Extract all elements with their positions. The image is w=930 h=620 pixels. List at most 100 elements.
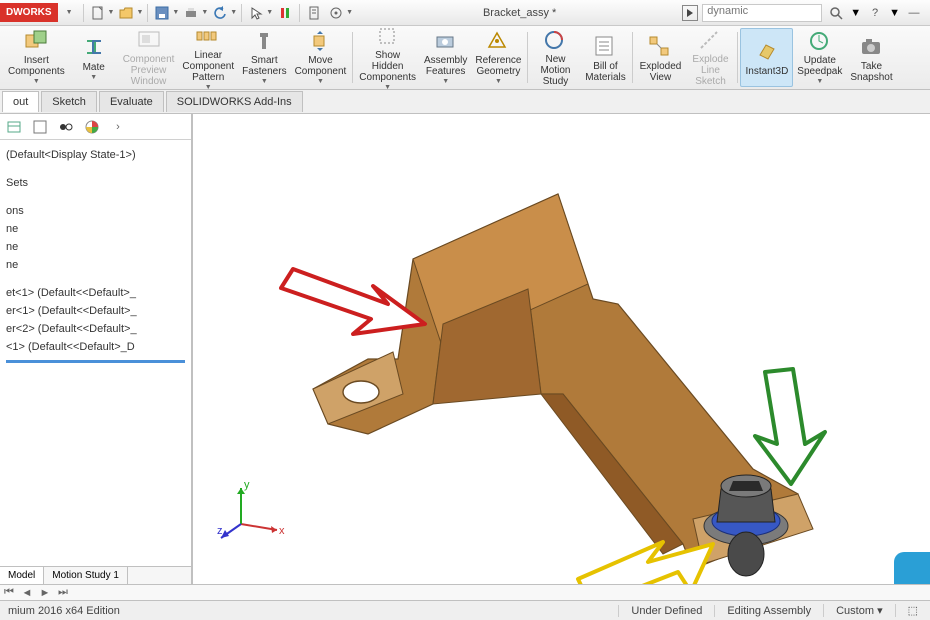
tree-item[interactable]: ne <box>6 220 189 238</box>
tree-part[interactable]: <1> (Default<<Default>_D <box>6 338 189 356</box>
prev-icon[interactable]: ◄ <box>18 587 36 599</box>
button-label: AssemblyFeatures <box>424 55 467 77</box>
y-axis-label: y <box>244 479 250 491</box>
insert-components-button[interactable]: InsertComponents▼ <box>4 28 69 87</box>
chevron-down-icon[interactable]: ▼ <box>108 9 115 16</box>
tree-item[interactable]: ne <box>6 238 189 256</box>
command-tab-sketch[interactable]: Sketch <box>41 91 97 112</box>
tree-item[interactable]: Sets <box>6 174 189 192</box>
title-bar: DWORKS ▼ ▼ ▼ ▼ ▼ ▼ ▼ ▼ Bracket_assy * dy… <box>0 0 930 26</box>
tree-part[interactable]: er<1> (Default<<Default>_ <box>6 302 189 320</box>
help-icon[interactable]: ? <box>865 3 885 23</box>
button-label: ComponentPreviewWindow <box>123 54 175 87</box>
tree-root[interactable]: (Default<Display State-1>) <box>6 146 189 164</box>
search-icon[interactable] <box>826 3 846 23</box>
tree-item[interactable]: ne <box>6 256 189 274</box>
chevron-down-icon[interactable]: ▼ <box>317 78 324 86</box>
tab-model[interactable]: Model <box>0 567 44 584</box>
button-label: Mate <box>83 62 105 73</box>
chevron-down-icon[interactable]: ▼ <box>172 9 179 16</box>
bottom-nav-row: ⏮ ◄ ► ⏭ <box>0 584 930 600</box>
button-label: Bill ofMaterials <box>585 61 626 83</box>
app-logo: DWORKS <box>0 3 58 22</box>
feature-tree[interactable]: (Default<Display State-1>) Sets ons ne n… <box>0 140 191 566</box>
chevron-down-icon[interactable]: ▼ <box>66 9 73 16</box>
configuration-icon[interactable] <box>56 117 76 137</box>
rebuild-icon[interactable] <box>275 3 295 23</box>
exploded-view-button[interactable]: ExplodedView <box>635 28 685 87</box>
reference-geometry-button[interactable]: ReferenceGeometry▼ <box>471 28 525 87</box>
save-icon[interactable] <box>152 3 172 23</box>
update-speedpak-button[interactable]: UpdateSpeedpak▼ <box>793 28 846 87</box>
play-icon[interactable] <box>682 5 698 21</box>
open-icon[interactable] <box>116 3 136 23</box>
editing-label: Editing Assembly <box>714 605 823 617</box>
search-area: dynamic ▼ ? ▼ — <box>682 3 930 23</box>
chevron-down-icon[interactable]: ▼ <box>261 78 268 86</box>
status-icon[interactable]: ⬚ <box>895 604 930 617</box>
tree-part[interactable]: et<1> (Default<<Default>_ <box>6 284 189 302</box>
move-component-icon <box>306 29 334 53</box>
button-label: Instant3D <box>745 66 788 77</box>
button-label: ReferenceGeometry <box>475 55 521 77</box>
bom-button[interactable]: Bill ofMaterials <box>580 28 630 87</box>
show-hidden-button[interactable]: ShowHiddenComponents▼ <box>355 28 420 87</box>
smart-fasteners-icon <box>250 29 278 53</box>
chevron-down-icon[interactable]: ▼ <box>33 78 40 86</box>
chevron-down-icon[interactable]: ▼ <box>90 74 97 82</box>
mate-button[interactable]: Mate▼ <box>69 28 119 87</box>
chevron-down-icon[interactable]: ▼ <box>266 9 273 16</box>
chevron-down-icon[interactable]: ▼ <box>889 7 900 19</box>
next-icon[interactable]: ► <box>36 587 54 599</box>
search-input[interactable]: dynamic <box>702 4 822 22</box>
button-label: SmartFasteners <box>242 55 286 77</box>
command-tab-out[interactable]: out <box>2 91 39 112</box>
chevron-down-icon[interactable]: ▼ <box>136 9 143 16</box>
new-motion-button[interactable]: NewMotionStudy <box>530 28 580 87</box>
new-motion-icon <box>541 28 569 52</box>
take-snapshot-icon <box>857 33 885 59</box>
command-tab-evaluate[interactable]: Evaluate <box>99 91 164 112</box>
appearances-icon[interactable] <box>82 117 102 137</box>
graphics-viewport[interactable]: x y z <box>192 114 930 584</box>
first-icon[interactable]: ⏮ <box>0 586 18 599</box>
status-bar: mium 2016 x64 Edition Under Defined Edit… <box>0 600 930 620</box>
orientation-triad[interactable]: x y z <box>217 476 287 546</box>
last-icon[interactable]: ⏭ <box>54 586 72 599</box>
filter-icon[interactable] <box>304 3 324 23</box>
instant3d-button[interactable]: Instant3D <box>740 28 793 87</box>
explode-line-button: ExplodeLineSketch <box>685 28 735 87</box>
panel-tab-icons: › <box>0 114 191 140</box>
more-tabs-icon[interactable]: › <box>108 117 128 137</box>
button-label: TakeSnapshot <box>850 61 892 83</box>
chevron-down-icon[interactable]: ▼ <box>495 78 502 86</box>
command-tabs: outSketchEvaluateSOLIDWORKS Add-Ins <box>0 90 930 114</box>
property-manager-icon[interactable] <box>30 117 50 137</box>
print-icon[interactable] <box>181 3 201 23</box>
command-tab-solidworks-add-ins[interactable]: SOLIDWORKS Add-Ins <box>166 91 303 112</box>
tree-part[interactable]: er<2> (Default<<Default>_ <box>6 320 189 338</box>
assembly-features-button[interactable]: AssemblyFeatures▼ <box>420 28 471 87</box>
select-icon[interactable] <box>246 3 266 23</box>
smart-fasteners-button[interactable]: SmartFasteners▼ <box>238 28 290 87</box>
chevron-down-icon[interactable]: ▼ <box>442 78 449 86</box>
tree-item[interactable]: ons <box>6 202 189 220</box>
chevron-down-icon[interactable]: ▼ <box>346 9 353 16</box>
feature-tree-icon[interactable] <box>4 117 24 137</box>
move-component-button[interactable]: MoveComponent▼ <box>291 28 351 87</box>
chevron-down-icon[interactable]: ▼ <box>850 7 861 19</box>
chevron-down-icon[interactable]: ▼ <box>201 9 208 16</box>
chevron-down-icon[interactable]: ▼ <box>230 9 237 16</box>
button-label: LinearComponentPattern <box>182 50 234 83</box>
take-snapshot-button[interactable]: TakeSnapshot <box>846 28 896 87</box>
exploded-view-icon <box>646 33 674 59</box>
chevron-down-icon[interactable]: ▼ <box>816 78 823 86</box>
options-icon[interactable] <box>326 3 346 23</box>
tab-motion-study[interactable]: Motion Study 1 <box>44 567 128 584</box>
update-speedpak-icon <box>806 29 834 53</box>
custom-label[interactable]: Custom ▾ <box>823 604 894 617</box>
new-icon[interactable] <box>88 3 108 23</box>
linear-pattern-button[interactable]: LinearComponentPattern▼ <box>178 28 238 87</box>
minimize-icon[interactable]: — <box>904 3 924 23</box>
undo-icon[interactable] <box>210 3 230 23</box>
